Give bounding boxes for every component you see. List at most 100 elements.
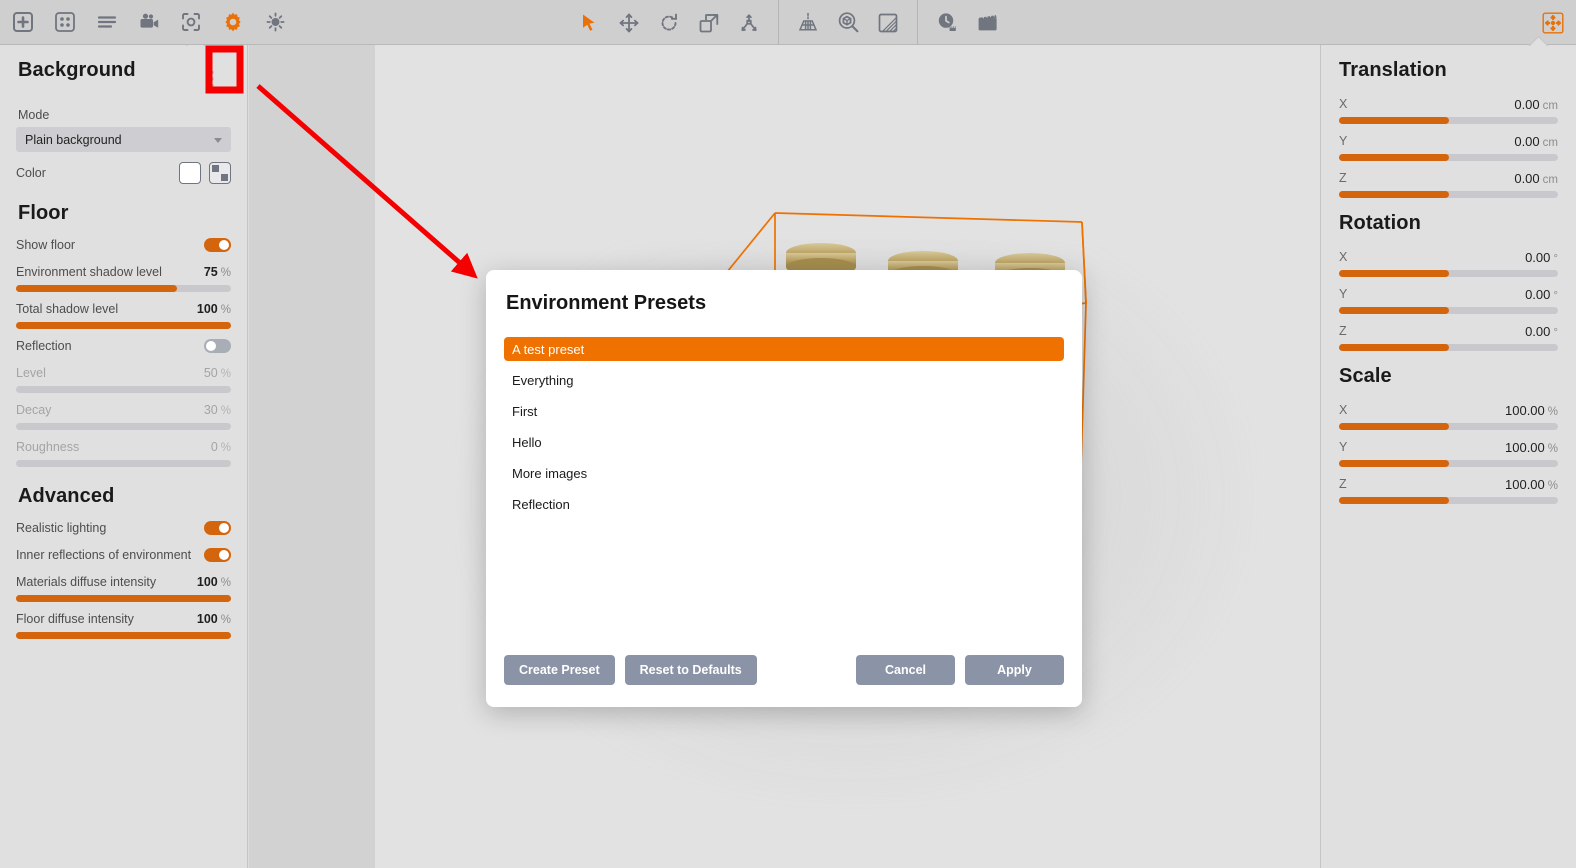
explode-icon[interactable] [734, 8, 764, 38]
background-mode-select[interactable]: Plain background [16, 127, 231, 152]
advanced-toggle-1[interactable] [204, 548, 231, 562]
light-bulb-icon[interactable] [260, 7, 290, 37]
floor-slider-2[interactable] [16, 322, 231, 329]
floor-row-5: Decay 30% [16, 400, 231, 420]
focus-target-icon[interactable] [176, 7, 206, 37]
rotation-unit-y: ° [1553, 289, 1558, 302]
move-icon[interactable] [614, 8, 644, 38]
advanced-unit-3: % [220, 614, 231, 626]
floor-slider-5[interactable] [16, 423, 231, 430]
translation-slider-x[interactable] [1339, 117, 1558, 124]
floor-slider-6[interactable] [16, 460, 231, 467]
rotation-slider-x[interactable] [1339, 270, 1558, 277]
scale-value-y[interactable]: 100.00% [1505, 440, 1558, 455]
dialog-title: Environment Presets [506, 292, 707, 314]
translation-axis-label-x: X [1339, 97, 1348, 111]
reset-to-defaults-button[interactable]: Reset to Defaults [624, 655, 757, 685]
floor-row-3: Reflection [16, 336, 231, 356]
preset-list-item[interactable]: Reflection [504, 492, 1064, 516]
rotation-slider-fill-z [1339, 344, 1449, 351]
translation-value-z[interactable]: 0.00 cm [1514, 171, 1558, 186]
translation-row-z: Z 0.00 cm [1339, 168, 1558, 188]
preset-list-item[interactable]: Hello [504, 430, 1064, 454]
preset-list-item[interactable]: A test preset [504, 337, 1064, 361]
rotation-row-y: Y 0.00 ° [1339, 284, 1558, 304]
clapperboard-icon[interactable] [972, 8, 1002, 38]
translation-axis-label-z: Z [1339, 171, 1347, 185]
cancel-button[interactable]: Cancel [856, 655, 955, 685]
rotation-slider-fill-x [1339, 270, 1449, 277]
video-camera-icon[interactable] [134, 7, 164, 37]
floor-toggle-3[interactable] [204, 339, 231, 353]
translation-value-x[interactable]: 0.00 cm [1514, 97, 1558, 112]
floor-toggle-0[interactable] [204, 238, 231, 252]
rotation-value-x[interactable]: 0.00 ° [1525, 250, 1558, 265]
scale-slider-fill-x [1339, 423, 1449, 430]
scale-row-z: Z 100.00% [1339, 474, 1558, 494]
scale-icon[interactable] [694, 8, 724, 38]
page-title: Background [18, 59, 136, 81]
floor-unit-4: % [220, 368, 231, 380]
scale-slider-y[interactable] [1339, 460, 1558, 467]
scale-axis-label-y: Y [1339, 440, 1348, 454]
color-row: Color [16, 162, 231, 184]
advanced-label-3: Floor diffuse intensity [16, 612, 134, 626]
scale-unit-y: % [1547, 442, 1558, 455]
translation-value-y[interactable]: 0.00 cm [1514, 134, 1558, 149]
floor-slider-4[interactable] [16, 386, 231, 393]
chevron-down-icon [214, 138, 222, 143]
preset-list-item[interactable]: More images [504, 461, 1064, 485]
advanced-row-1: Inner reflections of environment [16, 545, 231, 565]
select-arrow-icon[interactable] [574, 8, 604, 38]
preset-list-item[interactable]: First [504, 399, 1064, 423]
floor-row-0: Show floor [16, 235, 231, 255]
panel-gutter [249, 45, 375, 868]
translation-slider-y[interactable] [1339, 154, 1558, 161]
scale-axis-label-z: Z [1339, 477, 1347, 491]
floor-label-6: Roughness [16, 440, 80, 454]
rotation-slider-y[interactable] [1339, 307, 1558, 314]
advanced-slider-2[interactable] [16, 595, 231, 602]
advanced-row-3: Floor diffuse intensity 100% [16, 609, 231, 629]
advanced-rows: Realistic lighting Inner reflections of e… [16, 518, 231, 639]
color-swatch-button[interactable] [179, 162, 201, 184]
advanced-slider-3[interactable] [16, 632, 231, 639]
advanced-toggle-0[interactable] [204, 521, 231, 535]
add-icon[interactable] [8, 7, 38, 37]
preset-list[interactable]: A test preset Everything First Hello More im… [504, 337, 1064, 516]
rotation-value-y[interactable]: 0.00 ° [1525, 287, 1558, 302]
color-swatches [179, 162, 231, 184]
clock-history-icon[interactable] [932, 8, 962, 38]
scale-value-z[interactable]: 100.00% [1505, 477, 1558, 492]
render-quality-icon[interactable] [873, 8, 903, 38]
transparency-pattern-icon[interactable] [209, 162, 231, 184]
list-menu-icon[interactable] [92, 7, 122, 37]
rotation-slider-z[interactable] [1339, 344, 1558, 351]
apply-button[interactable]: Apply [965, 655, 1064, 685]
kebab-menu-button[interactable] [193, 55, 231, 102]
scale-slider-z[interactable] [1339, 497, 1558, 504]
mode-label: Mode [18, 108, 50, 122]
scale-unit-x: % [1547, 405, 1558, 418]
rotation-value-z[interactable]: 0.00 ° [1525, 324, 1558, 339]
rotate-icon[interactable] [654, 8, 684, 38]
fit-to-view-icon[interactable] [1538, 8, 1568, 38]
scale-value-x[interactable]: 100.00% [1505, 403, 1558, 418]
floor-label-0: Show floor [16, 238, 76, 252]
scale-slider-x[interactable] [1339, 423, 1558, 430]
rotation-section-title: Rotation [1339, 212, 1421, 234]
create-preset-button[interactable]: Create Preset [504, 655, 615, 685]
translation-section-title: Translation [1339, 59, 1447, 81]
perspective-grid-icon[interactable] [793, 8, 823, 38]
scale-slider-fill-y [1339, 460, 1449, 467]
grid-items-icon[interactable] [50, 7, 80, 37]
preset-list-item[interactable]: Everything [504, 368, 1064, 392]
advanced-section-title: Advanced [18, 485, 115, 507]
floor-slider-1[interactable] [16, 285, 231, 292]
transform-panel: Translation X 0.00 cm Y 0.00 cm Z 0.00 cm Rotati… [1320, 45, 1576, 868]
toolbar-center-groups [560, 0, 1016, 45]
gear-icon[interactable] [218, 7, 248, 37]
translation-slider-z[interactable] [1339, 191, 1558, 198]
inspect-object-icon[interactable] [833, 8, 863, 38]
translation-rows: X 0.00 cm Y 0.00 cm Z 0.00 cm [1339, 94, 1558, 198]
